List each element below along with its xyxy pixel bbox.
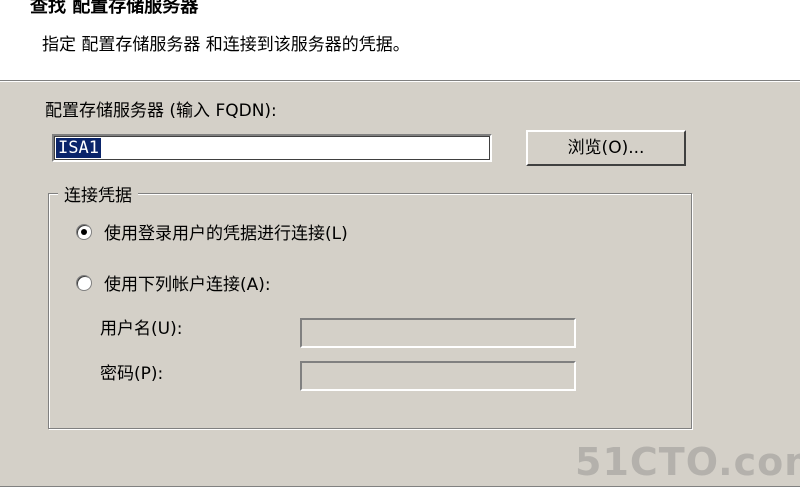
credentials-group-title: 连接凭据 <box>58 181 138 206</box>
username-label: 用户名(U): <box>100 319 183 339</box>
page-description: 指定 配置存储服务器 和连接到该服务器的凭据。 <box>42 35 410 55</box>
radio-unchecked-icon[interactable] <box>76 274 92 291</box>
browse-button[interactable]: 浏览(O)... <box>526 130 686 166</box>
radio-checked-icon[interactable] <box>76 223 92 240</box>
bottom-strip <box>0 486 800 500</box>
radio-account-label: 使用下列帐户连接(A): <box>104 275 271 295</box>
server-input-value: ISA1 <box>56 138 101 158</box>
page-title: 查找 配置存储服务器 <box>30 0 199 17</box>
wizard-header: 查找 配置存储服务器 指定 配置存储服务器 和连接到该服务器的凭据。 <box>0 0 800 81</box>
password-field[interactable] <box>300 361 576 391</box>
server-label: 配置存储服务器 (输入 FQDN): <box>45 101 277 121</box>
password-label: 密码(P): <box>100 364 164 384</box>
radio-current-user[interactable]: 使用登录用户的凭据进行连接(L) <box>76 219 348 244</box>
radio-account[interactable]: 使用下列帐户连接(A): <box>76 270 271 295</box>
watermark-logo: 51CTO.com <box>575 440 800 484</box>
server-input[interactable]: ISA1 <box>52 134 492 162</box>
username-field[interactable] <box>300 318 576 348</box>
radio-current-user-label: 使用登录用户的凭据进行连接(L) <box>104 224 348 244</box>
dialog-page: 查找 配置存储服务器 指定 配置存储服务器 和连接到该服务器的凭据。 配置存储服… <box>0 0 800 500</box>
